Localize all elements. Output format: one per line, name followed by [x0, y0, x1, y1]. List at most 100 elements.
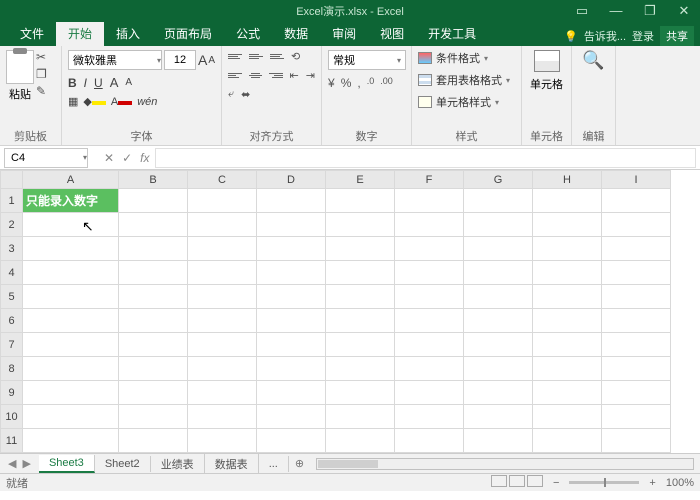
percent-icon[interactable]: %: [341, 76, 352, 90]
comma-icon[interactable]: ,: [357, 76, 360, 90]
cell-I9[interactable]: [602, 381, 671, 405]
dec-decimal-icon[interactable]: .00: [380, 76, 393, 90]
cell-D8[interactable]: [257, 357, 326, 381]
cell-I3[interactable]: [602, 237, 671, 261]
cell-B2[interactable]: [119, 213, 188, 237]
cell-A2[interactable]: [23, 213, 119, 237]
share-button[interactable]: 共享: [660, 26, 694, 46]
format-as-table-button[interactable]: 套用表格格式▾: [418, 72, 515, 88]
cell-E4[interactable]: [326, 261, 395, 285]
col-header-D[interactable]: D: [257, 171, 326, 189]
cell-A3[interactable]: [23, 237, 119, 261]
cell-B9[interactable]: [119, 381, 188, 405]
cancel-formula-icon[interactable]: ✕: [104, 151, 114, 165]
cell-B7[interactable]: [119, 333, 188, 357]
tab-insert[interactable]: 插入: [104, 21, 152, 46]
add-sheet-icon[interactable]: ⊕: [289, 457, 310, 470]
cell-G1[interactable]: [464, 189, 533, 213]
cell-D3[interactable]: [257, 237, 326, 261]
wrap-text-icon[interactable]: ⤶: [228, 88, 234, 101]
cell-D5[interactable]: [257, 285, 326, 309]
name-box[interactable]: C4▾: [4, 148, 88, 168]
cell-E11[interactable]: [326, 429, 395, 453]
row-header-10[interactable]: 10: [1, 405, 23, 429]
maximize-icon[interactable]: ❐: [634, 3, 666, 19]
cell-E6[interactable]: [326, 309, 395, 333]
cell-I11[interactable]: [602, 429, 671, 453]
merge-icon[interactable]: ⬌: [241, 88, 250, 101]
sheet-nav-next-icon[interactable]: ▶: [22, 457, 30, 470]
cell-styles-button[interactable]: 单元格样式▾: [418, 94, 515, 110]
col-header-A[interactable]: A: [23, 171, 119, 189]
cell-F7[interactable]: [395, 333, 464, 357]
cell-I5[interactable]: [602, 285, 671, 309]
tab-view[interactable]: 视图: [368, 21, 416, 46]
cell-I6[interactable]: [602, 309, 671, 333]
cell-A6[interactable]: [23, 309, 119, 333]
col-header-I[interactable]: I: [602, 171, 671, 189]
sheet-tab-data[interactable]: 数据表: [205, 454, 259, 474]
close-icon[interactable]: ✕: [668, 3, 700, 19]
paste-button[interactable]: 粘贴: [6, 86, 34, 102]
cell-F8[interactable]: [395, 357, 464, 381]
row-header-7[interactable]: 7: [1, 333, 23, 357]
cell-F9[interactable]: [395, 381, 464, 405]
sheet-tab-sheet3[interactable]: Sheet3: [39, 455, 95, 473]
cell-H4[interactable]: [533, 261, 602, 285]
align-middle-icon[interactable]: [249, 50, 263, 62]
number-format-select[interactable]: 常规▾: [328, 50, 406, 70]
cell-F10[interactable]: [395, 405, 464, 429]
border-icon[interactable]: ▦: [68, 95, 78, 108]
cell-C7[interactable]: [188, 333, 257, 357]
sheet-nav-prev-icon[interactable]: ◀: [8, 457, 16, 470]
cell-A11[interactable]: [23, 429, 119, 453]
cell-I1[interactable]: [602, 189, 671, 213]
cell-B8[interactable]: [119, 357, 188, 381]
tab-formulas[interactable]: 公式: [224, 21, 272, 46]
tell-me[interactable]: 告诉我...: [584, 28, 626, 44]
zoom-slider[interactable]: [569, 481, 639, 484]
col-header-F[interactable]: F: [395, 171, 464, 189]
row-header-2[interactable]: 2: [1, 213, 23, 237]
cell-H3[interactable]: [533, 237, 602, 261]
italic-button[interactable]: I: [84, 76, 87, 90]
cell-C8[interactable]: [188, 357, 257, 381]
cell-F3[interactable]: [395, 237, 464, 261]
orientation-icon[interactable]: ⟲: [291, 50, 300, 63]
cell-G10[interactable]: [464, 405, 533, 429]
cell-H8[interactable]: [533, 357, 602, 381]
cell-G7[interactable]: [464, 333, 533, 357]
cell-H10[interactable]: [533, 405, 602, 429]
cell-H6[interactable]: [533, 309, 602, 333]
sheet-tab-sheet2[interactable]: Sheet2: [95, 456, 151, 472]
sheet-tab-more[interactable]: ...: [259, 456, 289, 472]
cell-F2[interactable]: [395, 213, 464, 237]
align-right-icon[interactable]: [269, 69, 283, 81]
inc-decimal-icon[interactable]: .0: [367, 76, 375, 90]
cell-F6[interactable]: [395, 309, 464, 333]
cell-E5[interactable]: [326, 285, 395, 309]
cell-G9[interactable]: [464, 381, 533, 405]
sheet-tab-perf[interactable]: 业绩表: [151, 454, 205, 474]
cell-B4[interactable]: [119, 261, 188, 285]
cell-A10[interactable]: [23, 405, 119, 429]
row-header-3[interactable]: 3: [1, 237, 23, 261]
col-header-G[interactable]: G: [464, 171, 533, 189]
indent-inc-icon[interactable]: ⇥: [306, 69, 315, 82]
align-left-icon[interactable]: [228, 69, 242, 81]
cell-I10[interactable]: [602, 405, 671, 429]
cell-D2[interactable]: [257, 213, 326, 237]
cell-B5[interactable]: [119, 285, 188, 309]
cell-D6[interactable]: [257, 309, 326, 333]
cell-F4[interactable]: [395, 261, 464, 285]
col-header-B[interactable]: B: [119, 171, 188, 189]
cell-B10[interactable]: [119, 405, 188, 429]
align-center-icon[interactable]: [249, 69, 263, 81]
cell-G2[interactable]: [464, 213, 533, 237]
cell-C2[interactable]: [188, 213, 257, 237]
tab-data[interactable]: 数据: [272, 21, 320, 46]
cell-G6[interactable]: [464, 309, 533, 333]
cell-F11[interactable]: [395, 429, 464, 453]
cell-H7[interactable]: [533, 333, 602, 357]
conditional-format-button[interactable]: 条件格式▾: [418, 50, 515, 66]
